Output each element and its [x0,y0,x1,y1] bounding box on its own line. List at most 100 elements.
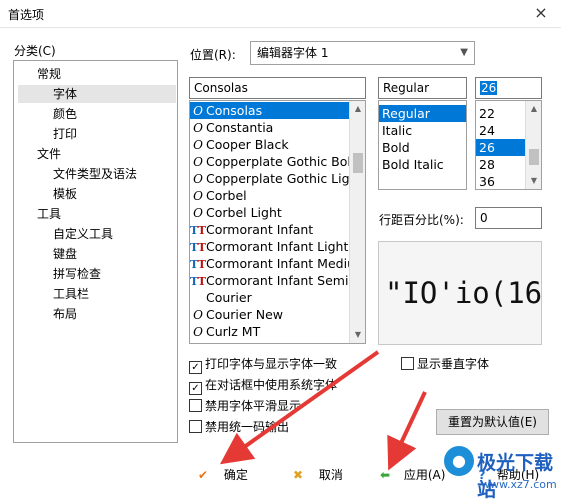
apply-arrow-icon: ⬅ [379,468,391,482]
cancel-x-icon: ✖ [292,468,304,482]
position-label: 位置(R): [190,48,236,62]
font-size-list[interactable]: 36 28 26 24 22 ▲ ▼ [475,100,542,190]
opentype-font-icon: O [193,189,203,203]
font-list-item[interactable]: O Constantia [190,119,350,136]
font-list-item[interactable]: TTCormorant Infant Medium [190,255,365,272]
font-list-item[interactable]: O Cooper Black [190,136,350,153]
window-title: 首选项 [8,8,45,22]
category-label: 分类(C) [14,44,56,58]
apply-button[interactable]: ⬅ 应用(A) [376,463,445,487]
category-item[interactable]: 拼写检查 [50,265,104,283]
font-size-item[interactable]: 24 [476,122,526,139]
font-style-list[interactable]: Regular Italic Bold Bold Italic [378,100,467,190]
font-name: Courier [206,290,252,305]
font-name: Constantia [206,120,274,135]
font-name: Cormorant Infant Medium [206,256,366,271]
font-name: Copperplate Gothic Bold [206,154,359,169]
font-name-input[interactable]: Consolas [189,77,366,99]
opentype-font-icon: O [193,155,203,169]
category-item[interactable]: 布局 [50,305,80,323]
category-item[interactable]: 模板 [50,185,80,203]
preview-text: "IO'io(16 [385,276,542,310]
font-list-item[interactable]: TTCormorant Infant SemiBold [190,272,365,289]
size-list-scrollbar[interactable]: ▲ ▼ [525,101,541,189]
font-list-item[interactable]: O Copperplate Gothic Light [190,170,362,187]
font-style-input[interactable]: Regular [378,77,467,99]
font-name: Consolas [206,103,263,118]
chevron-down-icon: ▼ [460,47,468,58]
font-style-item[interactable]: Bold [379,139,466,156]
use-system-font-checkbox[interactable]: ✓ 在对话框中使用系统字体 [189,377,337,395]
font-list-item[interactable]: TTCormorant Infant Light [190,238,350,255]
truetype-font-icon: TT [190,258,206,271]
opentype-font-icon: O [193,138,203,152]
line-spacing-input[interactable]: 0 [475,207,542,229]
scroll-up-icon[interactable]: ▲ [526,101,542,117]
reset-default-button[interactable]: 重置为默认值(E) [436,409,549,435]
font-list-item[interactable]: O Copperplate Gothic Bold [190,153,359,170]
category-item[interactable]: 打印 [50,125,80,143]
opentype-font-icon: O [193,104,203,118]
scrollbar-thumb[interactable] [529,149,539,165]
font-list-item[interactable]: O Corbel Light [190,204,350,221]
font-name: Corbel Light [206,205,282,220]
category-item[interactable]: 自定义工具 [50,225,116,243]
checkbox-icon [189,420,202,433]
cancel-button[interactable]: ✖ 取消 [289,463,343,487]
scrollbar-thumb[interactable] [353,153,363,173]
vertical-font-checkbox[interactable]: 显示垂直字体 [401,356,489,372]
category-item[interactable]: 常规 [34,65,64,83]
category-item[interactable]: 字体 [18,85,176,103]
close-icon[interactable]: × [528,3,554,23]
font-size-input[interactable]: 26 [475,77,542,99]
opentype-font-icon: O [193,325,203,339]
font-size-item[interactable]: 22 [476,105,526,122]
position-select[interactable]: 编辑器字体 1 ▼ [250,41,475,65]
font-size-item[interactable]: 36 [476,173,526,190]
opentype-font-icon: O [193,206,203,220]
font-list-item[interactable]: O Corbel [190,187,350,204]
position-value: 编辑器字体 1 [257,46,329,60]
font-style-item[interactable]: Bold Italic [379,156,466,173]
font-style-item[interactable]: Regular [379,105,466,122]
scroll-down-icon[interactable]: ▼ [526,173,542,189]
opentype-font-icon: O [193,121,203,135]
print-same-font-checkbox[interactable]: ✓ 打印字体与显示字体一致 [189,356,337,374]
line-spacing-label: 行距百分比(%): [379,213,464,227]
font-name: Courier New [206,307,283,322]
font-size-item[interactable]: 28 [476,156,526,173]
ok-button[interactable]: ✔ 确定 [194,463,248,487]
font-name: Corbel [206,188,247,203]
category-item[interactable]: 文件类型及语法 [50,165,140,183]
category-item[interactable]: 颜色 [50,105,80,123]
scroll-up-icon[interactable]: ▲ [350,101,365,117]
font-list-item[interactable]: O Consolas [190,102,350,119]
font-list-item[interactable]: O Curlz MT [190,323,350,340]
category-item[interactable]: 文件 [34,145,64,163]
font-name: DejaVu Math TeX Gyre [206,341,345,343]
checkbox-icon [401,357,414,370]
font-list-item[interactable]: Courier [190,289,350,306]
disable-smoothing-checkbox[interactable]: 禁用字体平滑显示 [189,398,301,414]
font-name: Cormorant Infant SemiBold [206,273,366,288]
font-size-item[interactable]: 26 [476,139,526,156]
disable-unicode-checkbox[interactable]: 禁用统一码输出 [189,419,289,435]
font-list[interactable]: ODejaVu Math TeX GyreOCurlz MTOCourier N… [189,100,366,344]
checkbox-icon: ✓ [189,361,202,374]
category-tree[interactable]: 常规字体颜色打印文件文件类型及语法 模板工具自定义工具键盘拼写检查工具栏布局 [13,60,178,443]
category-item[interactable]: 工具栏 [50,285,92,303]
font-list-item[interactable]: O Courier New [190,306,350,323]
font-preview: "IO'io(16 [378,241,542,345]
checkmark-icon: ✔ [197,468,209,482]
opentype-font-icon: O [193,172,203,186]
font-style-item[interactable]: Italic [379,122,466,139]
category-item[interactable]: 键盘 [50,245,80,263]
scroll-down-icon[interactable]: ▼ [350,327,365,343]
font-list-item[interactable]: TTCormorant Infant [190,221,350,238]
font-list-item[interactable]: ODejaVu Math TeX Gyre [190,340,350,343]
opentype-font-icon: O [193,308,203,322]
font-list-scrollbar[interactable]: ▲ ▼ [349,101,365,343]
checkbox-icon: ✓ [189,382,202,395]
font-name: Curlz MT [206,324,261,339]
category-item[interactable]: 工具 [34,205,64,223]
